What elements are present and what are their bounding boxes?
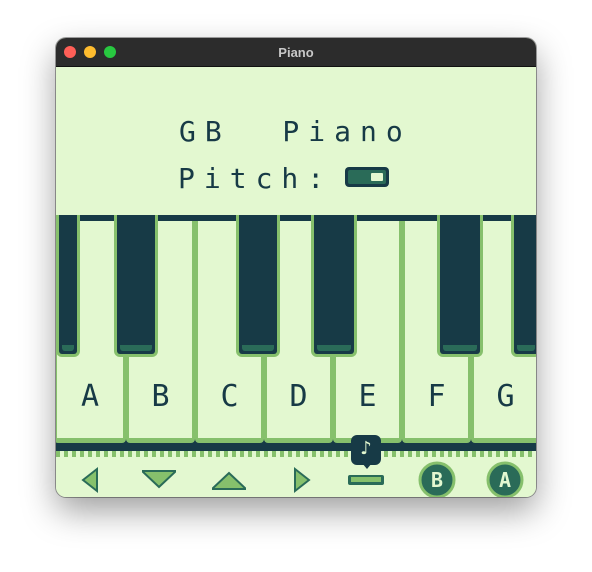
note-indicator: ♪: [351, 435, 381, 469]
black-key-c-sharp[interactable]: [236, 215, 280, 357]
app-heading: GB Piano: [179, 115, 412, 148]
b-button-label: B: [430, 468, 444, 492]
a-button[interactable]: A: [486, 461, 524, 497]
a-button-label: A: [498, 468, 512, 492]
black-key-g-sharp-2[interactable]: [511, 215, 536, 357]
black-key-f-sharp[interactable]: [437, 215, 483, 357]
down-arrow-button[interactable]: [142, 463, 176, 497]
control-bar: B A: [56, 461, 536, 497]
black-key-d-sharp[interactable]: [311, 215, 357, 357]
select-button[interactable]: [348, 463, 384, 497]
right-arrow-button[interactable]: [284, 463, 318, 497]
pitch-label: Pitch:: [178, 162, 334, 195]
down-arrow-icon: [142, 470, 176, 489]
pitch-toggle-knob: [371, 173, 383, 181]
black-key-a-sharp[interactable]: [114, 215, 158, 357]
left-arrow-button[interactable]: [74, 463, 108, 497]
key-label-e: E: [358, 379, 377, 414]
select-bar-icon: [348, 475, 384, 485]
key-label-b: B: [151, 379, 170, 414]
pitch-toggle[interactable]: [345, 167, 389, 187]
b-button[interactable]: B: [418, 461, 456, 497]
up-arrow-icon: [212, 471, 246, 490]
right-arrow-icon: [294, 466, 311, 494]
keyboard-floor: [56, 451, 536, 457]
app-window: Piano GB Piano Pitch: A B C D E F G ♪ B …: [56, 38, 536, 497]
title-bar[interactable]: Piano: [56, 38, 536, 67]
up-arrow-button[interactable]: [212, 463, 246, 497]
music-note-icon: ♪: [360, 438, 372, 459]
game-screen: GB Piano Pitch: A B C D E F G ♪ B A: [56, 67, 536, 497]
black-key-g-sharp[interactable]: [56, 215, 80, 357]
key-label-d: D: [289, 379, 308, 414]
window-title: Piano: [278, 45, 314, 60]
key-label-g: G: [496, 379, 515, 414]
piano-keyboard: A B C D E F G: [56, 215, 536, 457]
left-arrow-icon: [81, 466, 98, 494]
key-label-a: A: [80, 379, 100, 414]
key-label-f: F: [427, 379, 446, 414]
key-label-c: C: [220, 379, 239, 414]
